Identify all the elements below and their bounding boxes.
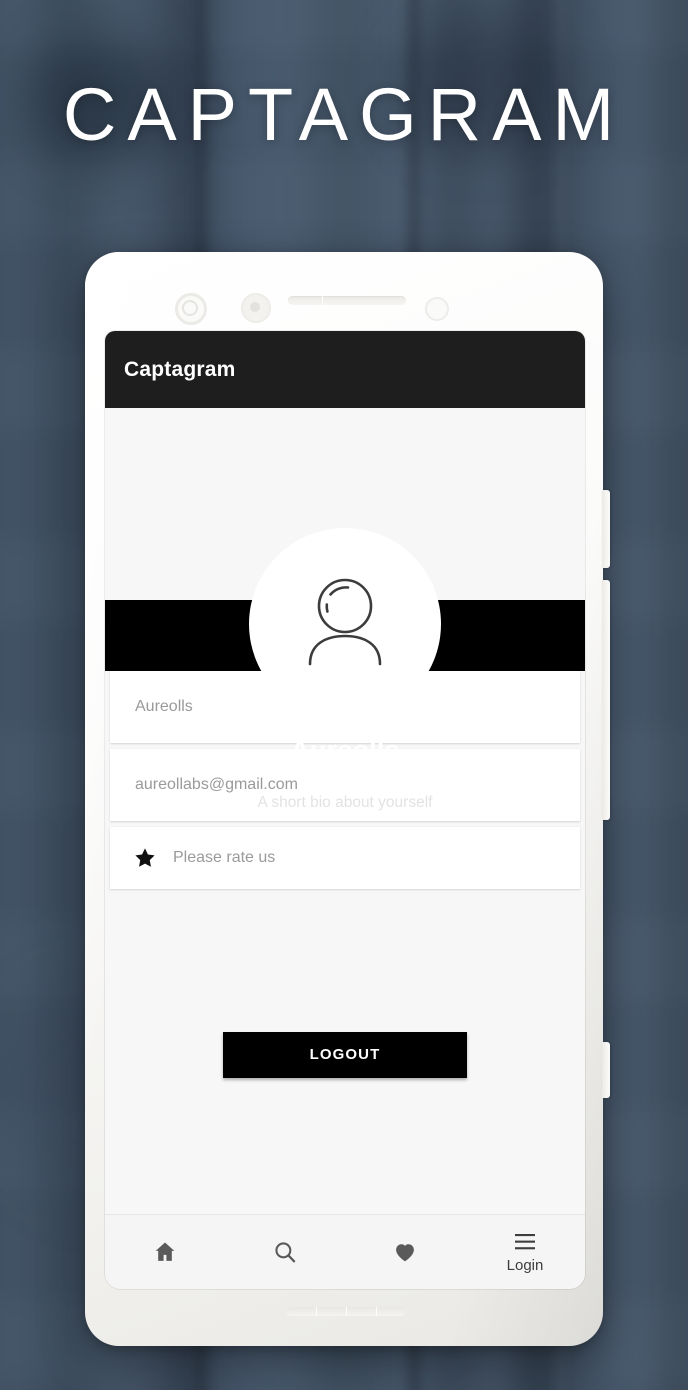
star-icon [135,848,155,867]
profile-bio: A short bio about yourself [257,794,433,811]
nav-favorites[interactable] [345,1215,465,1289]
bottom-speaker-grille [286,1307,406,1316]
front-camera-lens [182,300,198,316]
earpiece-speaker [288,296,406,305]
nav-search[interactable] [225,1215,345,1289]
rate-us-content: Please rate us [110,846,275,870]
rate-us-label: Please rate us [173,849,276,866]
power-button[interactable] [602,580,610,820]
app-bar-title: Captagram [124,357,236,381]
profile-name: Aureolls [290,735,400,765]
heart-icon [396,1244,414,1262]
profile-header: Aureolls A short bio about yourself [105,408,585,811]
rate-us-row[interactable]: Please rate us [110,827,580,889]
home-icon [155,1242,175,1261]
avatar[interactable] [249,528,441,720]
hamburger-menu-icon [515,1234,535,1250]
proximity-sensor-icon [425,297,449,321]
screen-content: Aureolls A short bio about yourself Aure… [105,408,585,1289]
nav-home[interactable] [105,1215,225,1289]
front-camera-icon [175,293,207,325]
search-icon [275,1242,296,1263]
secondary-camera-icon [241,293,271,323]
bottom-navigation-bar: Login [105,1214,585,1289]
secondary-camera-lens [250,302,260,312]
grille-divider [346,1307,347,1316]
extra-side-button[interactable] [602,1042,610,1098]
logout-button[interactable]: LOGOUT [223,1031,467,1078]
volume-button[interactable] [602,490,610,568]
nav-login[interactable]: Login [465,1215,585,1289]
phone-screen: Captagram Aureolls A short bio about you… [105,331,585,1289]
nav-login-label: Login [506,1257,544,1274]
logout-section: LOGOUT [105,895,585,1214]
phone-mockup: Captagram Aureolls A short bio about you… [85,252,610,1346]
grille-divider [376,1307,377,1316]
person-avatar-icon [308,578,382,666]
grille-divider [316,1307,317,1316]
app-bar: Captagram [105,331,585,408]
username-field-value: Aureolls [135,698,193,715]
page-title: CAPTAGRAM [62,73,626,156]
email-field-value: aureollabs@gmail.com [135,776,298,793]
